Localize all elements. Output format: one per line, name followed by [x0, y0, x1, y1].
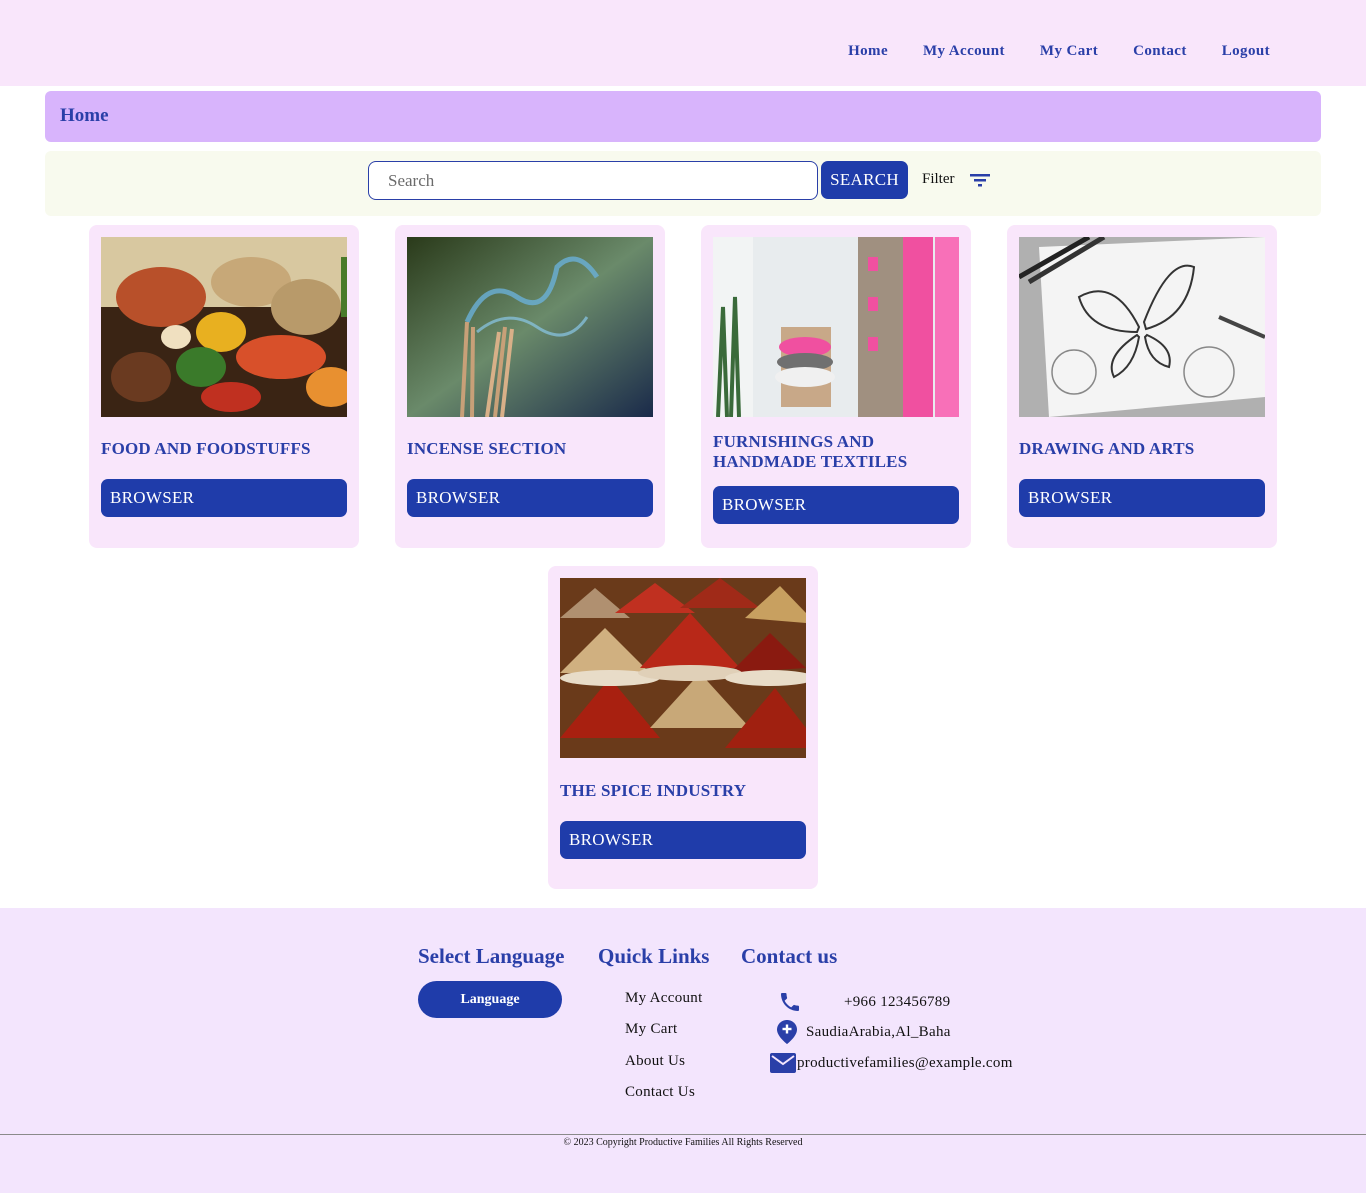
category-title: THE SPICE INDUSTRY	[560, 781, 747, 800]
footer: Select Language Language Quick Links My …	[0, 908, 1366, 1193]
contact-phone: +966 123456789	[778, 990, 950, 1014]
category-title: DRAWING AND ARTS	[1019, 439, 1195, 458]
footer-link-contact-us[interactable]: Contact Us	[625, 1084, 695, 1101]
nav-contact[interactable]: Contact	[1133, 43, 1187, 60]
location-text: SaudiaArabia,Al_Baha	[806, 1023, 951, 1040]
category-title: FOOD AND FOODSTUFFS	[101, 439, 311, 458]
category-card-food: FOOD AND FOODSTUFFS BROWSER	[89, 225, 359, 548]
footer-link-my-cart[interactable]: My Cart	[625, 1021, 678, 1038]
spices-image	[560, 578, 806, 758]
category-card-incense: INCENSE SECTION BROWSER	[395, 225, 665, 548]
nav-my-account[interactable]: My Account	[923, 43, 1005, 60]
category-card-textiles: FURNISHINGS AND HANDMADE TEXTILES BROWSE…	[701, 225, 971, 548]
browse-button-food[interactable]: BROWSER	[101, 479, 347, 517]
main-nav: Home My Account My Cart Contact Logout	[848, 43, 1270, 60]
browse-button-spices[interactable]: BROWSER	[560, 821, 806, 859]
food-image	[101, 237, 347, 417]
page-title: Home	[60, 105, 109, 126]
category-card-drawing: DRAWING AND ARTS BROWSER	[1007, 225, 1277, 548]
textiles-image	[713, 237, 959, 417]
butterfly-drawing-image	[1019, 237, 1265, 417]
nav-home[interactable]: Home	[848, 43, 888, 60]
search-bar: SEARCH Filter	[45, 151, 1321, 216]
browse-button-incense[interactable]: BROWSER	[407, 479, 653, 517]
nav-my-cart[interactable]: My Cart	[1040, 43, 1098, 60]
breadcrumb: Home	[45, 91, 1321, 142]
phone-icon	[781, 993, 799, 1011]
filter-label: Filter	[922, 171, 955, 187]
search-button[interactable]: SEARCH	[821, 161, 908, 199]
language-button[interactable]: Language	[418, 981, 562, 1018]
filter-button[interactable]: Filter	[922, 171, 991, 188]
location-pin-icon	[777, 1020, 797, 1044]
search-input[interactable]	[368, 161, 818, 200]
contact-heading: Contact us	[741, 944, 838, 968]
filter-icon	[969, 173, 990, 186]
mail-icon	[770, 1053, 796, 1073]
category-title: INCENSE SECTION	[407, 439, 567, 458]
language-heading: Select Language	[418, 944, 565, 968]
category-title: FURNISHINGS AND HANDMADE TEXTILES	[713, 432, 908, 471]
incense-image	[407, 237, 653, 417]
footer-link-about-us[interactable]: About Us	[625, 1053, 685, 1070]
quick-links-heading: Quick Links	[598, 944, 710, 968]
email-address: productivefamilies@example.com	[797, 1054, 1013, 1071]
copyright-text: © 2023 Copyright Productive Families All…	[563, 1137, 803, 1148]
nav-logout[interactable]: Logout	[1222, 43, 1270, 60]
footer-link-my-account[interactable]: My Account	[625, 990, 703, 1007]
browse-button-textiles[interactable]: BROWSER	[713, 486, 959, 524]
top-navbar: Home My Account My Cart Contact Logout	[0, 0, 1366, 86]
footer-divider	[0, 1134, 1366, 1135]
phone-number: +966 123456789	[844, 993, 951, 1010]
browse-button-drawing[interactable]: BROWSER	[1019, 479, 1265, 517]
contact-location: SaudiaArabia,Al_Baha	[776, 1019, 951, 1045]
contact-email: productivefamilies@example.com	[770, 1053, 1013, 1073]
category-card-spices: THE SPICE INDUSTRY BROWSER	[548, 566, 818, 889]
